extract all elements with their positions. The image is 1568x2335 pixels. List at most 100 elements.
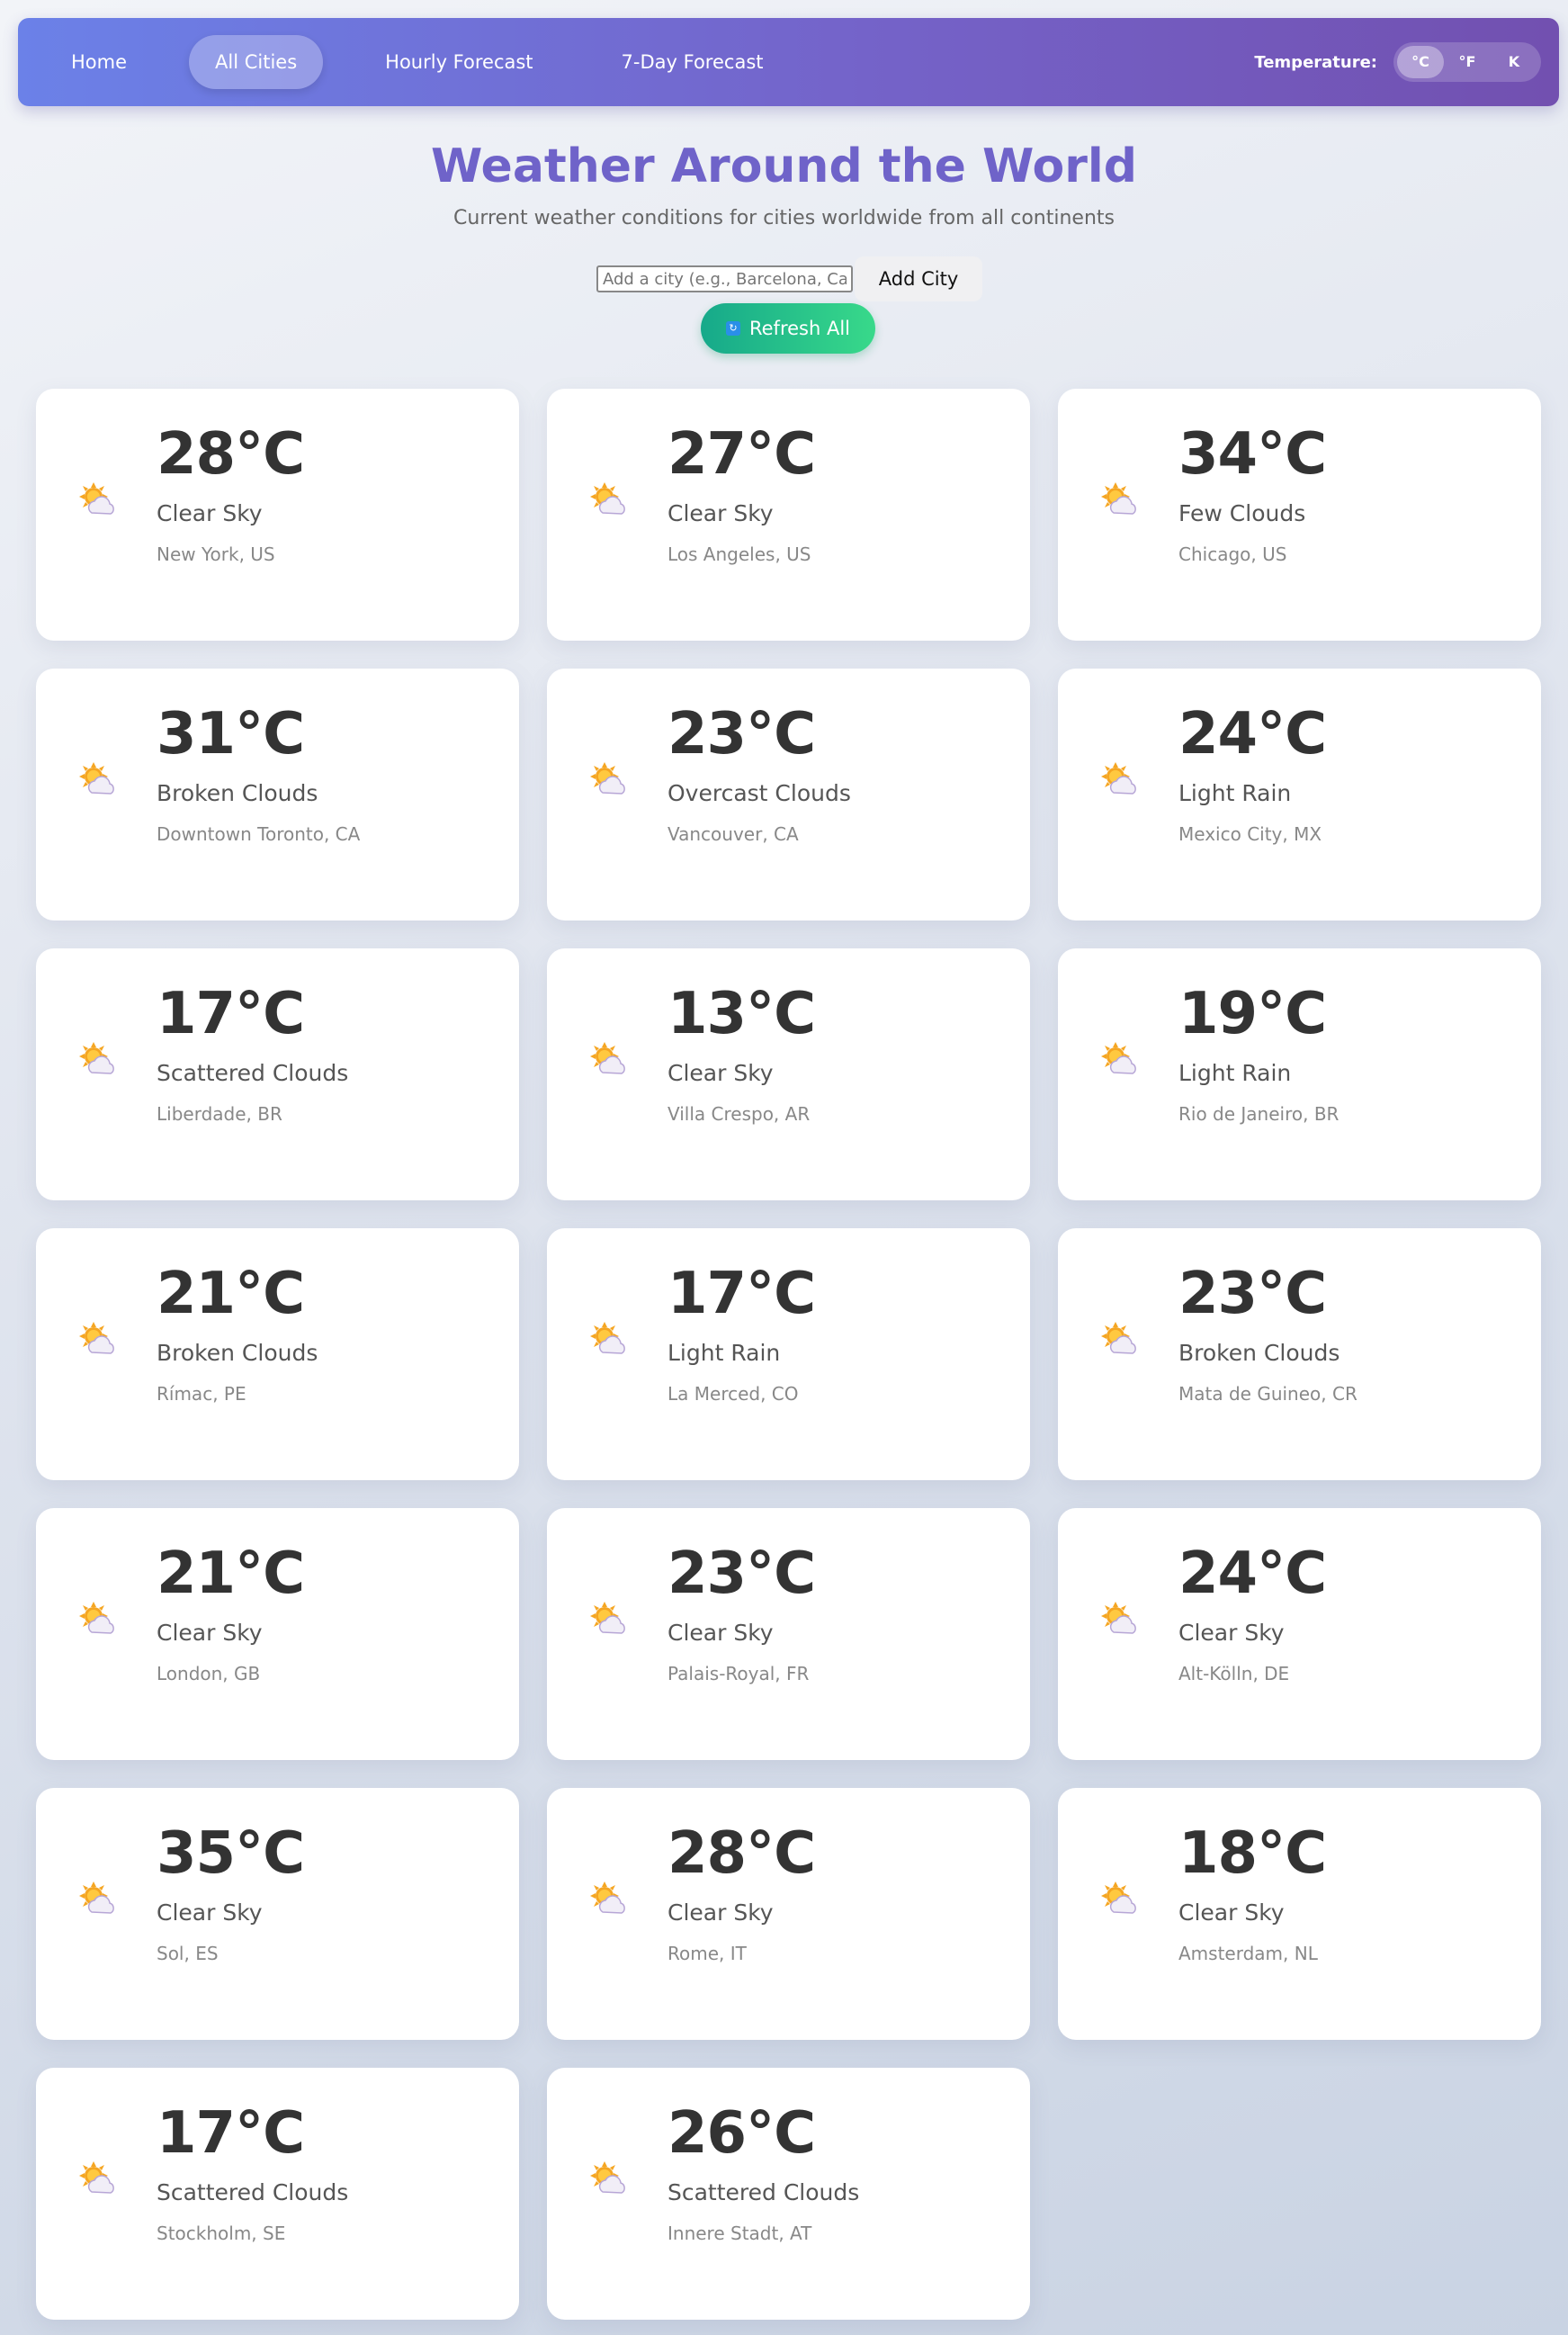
partly-cloudy-icon — [588, 1040, 628, 1080]
add-city-button[interactable]: Add City — [855, 256, 982, 301]
card-location: Liberdade, BR — [157, 1103, 282, 1125]
partly-cloudy-icon — [588, 1320, 628, 1360]
card-description: Clear Sky — [157, 500, 263, 526]
city-weather-card[interactable]: 26°C Scattered Clouds Innere Stadt, AT — [547, 2068, 1030, 2320]
partly-cloudy-icon — [1099, 760, 1139, 800]
card-description: Broken Clouds — [1178, 1340, 1340, 1366]
card-temperature: 34°C — [1178, 421, 1327, 488]
partly-cloudy-icon — [1099, 1600, 1139, 1639]
card-location: Rio de Janeiro, BR — [1178, 1103, 1340, 1125]
card-temperature: 24°C — [1178, 1540, 1327, 1607]
city-weather-card[interactable]: 31°C Broken Clouds Downtown Toronto, CA — [36, 669, 519, 921]
card-description: Scattered Clouds — [157, 2179, 349, 2205]
unit-fahrenheit-button[interactable]: °F — [1444, 46, 1491, 78]
card-description: Clear Sky — [668, 1899, 774, 1926]
card-location: Villa Crespo, AR — [668, 1103, 811, 1125]
city-weather-card[interactable]: 17°C Scattered Clouds Liberdade, BR — [36, 948, 519, 1200]
city-weather-card[interactable]: 21°C Broken Clouds Rímac, PE — [36, 1228, 519, 1480]
partly-cloudy-icon — [1099, 1040, 1139, 1080]
city-weather-card[interactable]: 21°C Clear Sky London, GB — [36, 1508, 519, 1760]
card-location: New York, US — [157, 543, 275, 565]
city-weather-card[interactable]: 28°C Clear Sky Rome, IT — [547, 1788, 1030, 2040]
card-description: Clear Sky — [668, 500, 774, 526]
card-location: Alt-Kölln, DE — [1178, 1663, 1290, 1684]
card-temperature: 18°C — [1178, 1820, 1327, 1887]
card-description: Overcast Clouds — [668, 780, 851, 806]
partly-cloudy-icon — [77, 1600, 117, 1639]
card-location: Vancouver, CA — [668, 823, 799, 845]
partly-cloudy-icon — [1099, 1880, 1139, 1919]
card-location: Amsterdam, NL — [1178, 1943, 1318, 1964]
city-weather-card[interactable]: 24°C Clear Sky Alt-Kölln, DE — [1058, 1508, 1541, 1760]
card-temperature: 19°C — [1178, 981, 1327, 1047]
city-weather-card[interactable]: 17°C Light Rain La Merced, CO — [547, 1228, 1030, 1480]
partly-cloudy-icon — [1099, 480, 1139, 520]
card-description: Clear Sky — [157, 1899, 263, 1926]
city-weather-card[interactable]: 13°C Clear Sky Villa Crespo, AR — [547, 948, 1030, 1200]
nav-links: Home All Cities Hourly Forecast 7-Day Fo… — [45, 18, 826, 106]
card-description: Clear Sky — [157, 1620, 263, 1646]
card-location: Mata de Guineo, CR — [1178, 1383, 1357, 1405]
card-temperature: 23°C — [668, 1540, 816, 1607]
card-location: Sol, ES — [157, 1943, 219, 1964]
card-description: Clear Sky — [668, 1620, 774, 1646]
partly-cloudy-icon — [77, 2160, 117, 2199]
city-weather-card[interactable]: 17°C Scattered Clouds Stockholm, SE — [36, 2068, 519, 2320]
city-weather-card[interactable]: 27°C Clear Sky Los Angeles, US — [547, 389, 1030, 641]
card-location: Chicago, US — [1178, 543, 1287, 565]
page-subtitle: Current weather conditions for cities wo… — [453, 207, 1115, 229]
card-description: Light Rain — [1178, 780, 1292, 806]
card-temperature: 17°C — [157, 981, 305, 1047]
card-temperature: 27°C — [668, 421, 816, 488]
city-weather-card[interactable]: 23°C Clear Sky Palais-Royal, FR — [547, 1508, 1030, 1760]
nav-link-home[interactable]: Home — [45, 35, 153, 89]
card-temperature: 13°C — [668, 981, 816, 1047]
city-weather-card[interactable]: 23°C Broken Clouds Mata de Guineo, CR — [1058, 1228, 1541, 1480]
city-weather-card[interactable]: 19°C Light Rain Rio de Janeiro, BR — [1058, 948, 1541, 1200]
city-weather-card[interactable]: 34°C Few Clouds Chicago, US — [1058, 389, 1541, 641]
card-temperature: 21°C — [157, 1261, 305, 1327]
card-location: Palais-Royal, FR — [668, 1663, 810, 1684]
card-description: Few Clouds — [1178, 500, 1306, 526]
card-temperature: 21°C — [157, 1540, 305, 1607]
card-description: Broken Clouds — [157, 780, 318, 806]
card-description: Clear Sky — [668, 1060, 774, 1086]
refresh-all-button[interactable]: ↻ Refresh All — [701, 303, 875, 354]
card-temperature: 23°C — [1178, 1261, 1327, 1327]
card-location: Innere Stadt, AT — [668, 2223, 812, 2244]
card-location: Mexico City, MX — [1178, 823, 1322, 845]
city-weather-card[interactable]: 23°C Overcast Clouds Vancouver, CA — [547, 669, 1030, 921]
city-weather-card[interactable]: 24°C Light Rain Mexico City, MX — [1058, 669, 1541, 921]
card-temperature: 17°C — [157, 2100, 305, 2167]
add-city-row: Add City — [596, 256, 982, 301]
card-description: Light Rain — [668, 1340, 781, 1366]
temperature-unit-switcher: Temperature: °C °F K — [1254, 18, 1541, 106]
city-weather-card[interactable]: 35°C Clear Sky Sol, ES — [36, 1788, 519, 2040]
nav-link-all-cities[interactable]: All Cities — [189, 35, 324, 89]
card-temperature: 26°C — [668, 2100, 816, 2167]
nav-link-hourly-forecast[interactable]: Hourly Forecast — [359, 35, 559, 89]
unit-toggle-group: °C °F K — [1393, 42, 1541, 82]
card-temperature: 28°C — [668, 1820, 816, 1887]
card-temperature: 17°C — [668, 1261, 816, 1327]
city-weather-card[interactable]: 18°C Clear Sky Amsterdam, NL — [1058, 1788, 1541, 2040]
city-search-input[interactable] — [596, 265, 853, 292]
city-weather-card[interactable]: 28°C Clear Sky New York, US — [36, 389, 519, 641]
partly-cloudy-icon — [77, 1040, 117, 1080]
partly-cloudy-icon — [77, 480, 117, 520]
refresh-all-label: Refresh All — [748, 318, 850, 339]
partly-cloudy-icon — [588, 480, 628, 520]
card-temperature: 31°C — [157, 701, 305, 768]
partly-cloudy-icon — [588, 1880, 628, 1919]
unit-celsius-button[interactable]: °C — [1397, 46, 1444, 78]
unit-kelvin-button[interactable]: K — [1491, 46, 1537, 78]
card-description: Clear Sky — [1178, 1899, 1285, 1926]
card-location: Los Angeles, US — [668, 543, 811, 565]
nav-link-7-day-forecast[interactable]: 7-Day Forecast — [596, 35, 790, 89]
partly-cloudy-icon — [77, 1320, 117, 1360]
card-location: Rímac, PE — [157, 1383, 246, 1405]
card-location: La Merced, CO — [668, 1383, 799, 1405]
card-location: Rome, IT — [668, 1943, 747, 1964]
card-description: Clear Sky — [1178, 1620, 1285, 1646]
partly-cloudy-icon — [588, 1600, 628, 1639]
